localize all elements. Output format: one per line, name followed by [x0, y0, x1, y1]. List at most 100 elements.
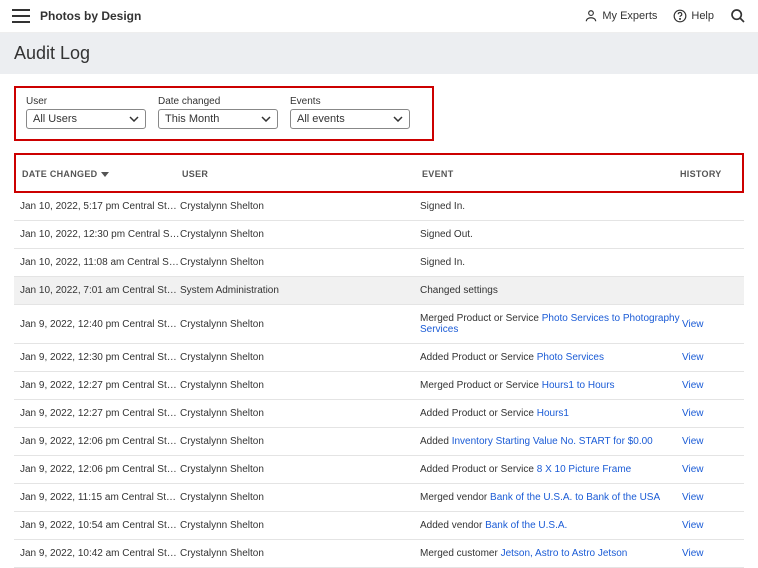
events-select[interactable]: All events: [290, 109, 410, 129]
cell-date: Jan 10, 2022, 7:01 am Central Stand...: [20, 285, 180, 296]
hamburger-menu-icon[interactable]: [12, 9, 30, 23]
help-icon: [673, 9, 687, 23]
table-row: Jan 10, 2022, 7:01 am Central Stand...Sy…: [14, 277, 744, 305]
table-row: Jan 9, 2022, 12:27 pm Central Standa...C…: [14, 400, 744, 428]
table-row: Jan 9, 2022, 10:54 am Central Standa...C…: [14, 512, 744, 540]
table-row: Jan 9, 2022, 12:40 pm Central Standa...C…: [14, 305, 744, 344]
col-header-history[interactable]: HISTORY: [680, 169, 736, 179]
event-entity-link[interactable]: Photo Services: [537, 352, 604, 363]
cell-event: Signed In.: [420, 257, 682, 268]
cell-event: Merged Product or Service Hours1 to Hour…: [420, 380, 682, 391]
cell-event: Merged vendor Bank of the U.S.A. to Bank…: [420, 492, 682, 503]
event-text: Merged vendor: [420, 492, 490, 503]
view-history-link[interactable]: View: [682, 380, 704, 391]
cell-user: Crystalynn Shelton: [180, 464, 420, 475]
cell-user: Crystalynn Shelton: [180, 380, 420, 391]
cell-date: Jan 9, 2022, 10:42 am Central Standa...: [20, 548, 180, 559]
cell-history: View: [682, 436, 738, 447]
filter-date: Date changed This Month: [158, 96, 278, 129]
col-header-event[interactable]: EVENT: [422, 169, 680, 179]
filter-events: Events All events: [290, 96, 410, 129]
cell-event: Added Product or Service Photo Services: [420, 352, 682, 363]
page-title: Audit Log: [14, 43, 744, 64]
event-text: Changed settings: [420, 285, 498, 296]
table-row: Jan 10, 2022, 12:30 pm Central Stand...C…: [14, 221, 744, 249]
view-history-link[interactable]: View: [682, 520, 704, 531]
chevron-down-icon: [129, 116, 139, 122]
my-experts-link[interactable]: My Experts: [584, 9, 657, 23]
cell-date: Jan 9, 2022, 12:27 pm Central Standa...: [20, 380, 180, 391]
event-entity-link[interactable]: Bank of the U.S.A.: [485, 520, 567, 531]
cell-date: Jan 9, 2022, 12:40 pm Central Standa...: [20, 319, 180, 330]
col-header-date[interactable]: DATE CHANGED: [22, 169, 182, 179]
cell-history: View: [682, 492, 738, 503]
col-header-user[interactable]: USER: [182, 169, 422, 179]
cell-user: Crystalynn Shelton: [180, 520, 420, 531]
cell-user: Crystalynn Shelton: [180, 229, 420, 240]
cell-user: Crystalynn Shelton: [180, 352, 420, 363]
cell-event: Merged customer Jetson, Astro to Astro J…: [420, 548, 682, 559]
view-history-link[interactable]: View: [682, 548, 704, 559]
date-select[interactable]: This Month: [158, 109, 278, 129]
table-row: Jan 9, 2022, 12:06 pm Central Standa...C…: [14, 428, 744, 456]
cell-event: Added Product or Service Hours1: [420, 408, 682, 419]
cell-date: Jan 9, 2022, 12:06 pm Central Standa...: [20, 464, 180, 475]
chevron-down-icon: [393, 116, 403, 122]
cell-date: Jan 10, 2022, 11:08 am Central Stand...: [20, 257, 180, 268]
search-icon: [730, 8, 746, 24]
event-text: Added vendor: [420, 520, 485, 531]
col-date-label: DATE CHANGED: [22, 169, 97, 179]
event-entity-link[interactable]: Hours1 to Hours: [542, 380, 615, 391]
search-button[interactable]: [730, 8, 746, 24]
cell-history: View: [682, 548, 738, 559]
view-history-link[interactable]: View: [682, 319, 704, 330]
cell-user: Crystalynn Shelton: [180, 319, 420, 330]
event-entity-link[interactable]: Jetson, Astro to Astro Jetson: [501, 548, 628, 559]
page-header: Audit Log: [0, 33, 758, 74]
cell-event: Signed Out.: [420, 229, 682, 240]
filter-events-label: Events: [290, 96, 410, 107]
help-link[interactable]: Help: [673, 9, 714, 23]
view-history-link[interactable]: View: [682, 492, 704, 503]
view-history-link[interactable]: View: [682, 436, 704, 447]
cell-event: Signed In.: [420, 201, 682, 212]
event-text: Merged customer: [420, 548, 501, 559]
help-label: Help: [691, 10, 714, 22]
event-text: Signed In.: [420, 201, 465, 212]
cell-event: Changed settings: [420, 285, 682, 296]
view-history-link[interactable]: View: [682, 464, 704, 475]
event-entity-link[interactable]: Hours1: [537, 408, 569, 419]
cell-user: System Administration: [180, 285, 420, 296]
event-entity-link[interactable]: Inventory Starting Value No. START for $…: [452, 436, 653, 447]
event-entity-link[interactable]: Bank of the U.S.A. to Bank of the USA: [490, 492, 660, 503]
cell-history: View: [682, 352, 738, 363]
cell-date: Jan 9, 2022, 12:06 pm Central Standa...: [20, 436, 180, 447]
view-history-link[interactable]: View: [682, 352, 704, 363]
cell-date: Jan 9, 2022, 12:30 pm Central Standa...: [20, 352, 180, 363]
table-row: Jan 10, 2022, 11:08 am Central Stand...C…: [14, 249, 744, 277]
cell-user: Crystalynn Shelton: [180, 436, 420, 447]
table-header-highlight-box: DATE CHANGED USER EVENT HISTORY: [14, 153, 744, 193]
event-text: Added Product or Service: [420, 408, 537, 419]
filter-user-label: User: [26, 96, 146, 107]
cell-event: Added Inventory Starting Value No. START…: [420, 436, 682, 447]
user-select[interactable]: All Users: [26, 109, 146, 129]
cell-user: Crystalynn Shelton: [180, 257, 420, 268]
table-row: Jan 9, 2022, 12:30 pm Central Standa...C…: [14, 344, 744, 372]
event-text: Merged Product or Service: [420, 380, 542, 391]
person-icon: [584, 9, 598, 23]
event-text: Added Product or Service: [420, 464, 537, 475]
view-history-link[interactable]: View: [682, 408, 704, 419]
table-body: Jan 10, 2022, 5:17 pm Central Standa...C…: [14, 193, 744, 568]
cell-event: Added Product or Service 8 X 10 Picture …: [420, 464, 682, 475]
cell-history: View: [682, 319, 738, 330]
cell-user: Crystalynn Shelton: [180, 201, 420, 212]
table-row: Jan 9, 2022, 11:15 am Central Standa...C…: [14, 484, 744, 512]
my-experts-label: My Experts: [602, 10, 657, 22]
event-text: Signed Out.: [420, 229, 473, 240]
filters-area: User All Users Date changed This Month E…: [0, 74, 758, 149]
cell-history: View: [682, 520, 738, 531]
event-text: Added: [420, 436, 452, 447]
event-entity-link[interactable]: 8 X 10 Picture Frame: [537, 464, 631, 475]
cell-date: Jan 9, 2022, 11:15 am Central Standa...: [20, 492, 180, 503]
